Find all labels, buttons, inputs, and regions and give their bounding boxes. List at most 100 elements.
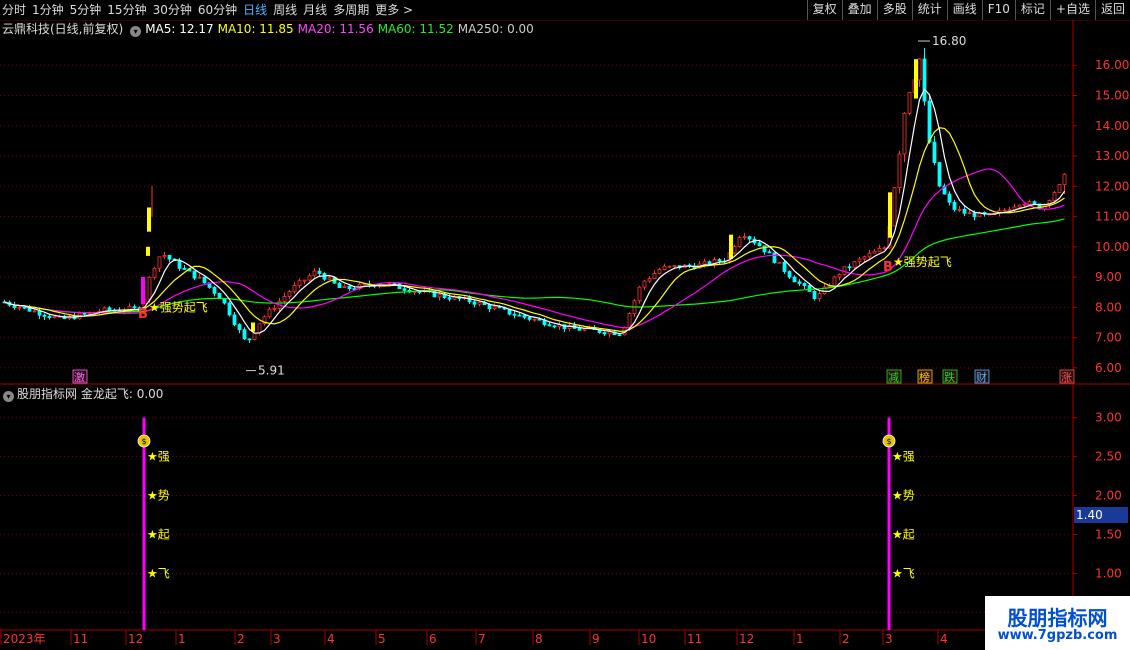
event-tag-4: 财 <box>976 370 987 384</box>
x-label-9: 7 <box>478 632 486 646</box>
candle-body <box>317 270 322 274</box>
candle-body <box>437 293 442 298</box>
candle-body <box>402 288 407 291</box>
main-tick-label: 12.00 <box>1095 179 1129 193</box>
candle-body <box>967 212 972 215</box>
candle-body <box>1062 173 1067 185</box>
candle-body <box>767 251 772 254</box>
candle-body <box>802 283 807 287</box>
signal-label-1-2: ★起 <box>892 527 915 541</box>
candle-body <box>307 275 312 281</box>
candle-body <box>902 112 907 155</box>
ma5-label: MA5: 12.17 <box>145 22 214 36</box>
candle-body <box>37 310 42 316</box>
candle-body <box>807 285 812 292</box>
candle-body <box>47 315 52 318</box>
chevron-down-icon[interactable]: ▾ <box>3 391 14 402</box>
candle-body <box>287 291 292 297</box>
money-bag-symbol: $ <box>886 437 891 446</box>
candle-body <box>757 242 762 247</box>
candle-body <box>647 278 652 282</box>
candle-body <box>267 308 272 318</box>
candle-body <box>192 270 197 279</box>
candle-body <box>847 266 852 269</box>
signal-candle <box>141 277 145 305</box>
candle-body <box>932 141 937 163</box>
signal-label-1-0: ★强 <box>892 450 915 464</box>
signal-label-0-3: ★飞 <box>147 566 170 580</box>
candle-body <box>1032 201 1037 205</box>
candle-body <box>292 285 297 293</box>
candle-body <box>652 273 657 279</box>
sub-tick-label: 2.50 <box>1095 450 1122 464</box>
signal-candle <box>888 192 892 238</box>
candle-body <box>242 329 247 340</box>
candle-body <box>947 193 952 203</box>
candle-body <box>472 301 477 305</box>
candle-body <box>532 318 537 321</box>
candle-body <box>617 334 622 337</box>
candle-body <box>82 312 87 315</box>
candle-body <box>177 260 182 269</box>
candle-body <box>522 314 527 318</box>
signal-label-1-3: ★飞 <box>892 566 915 580</box>
chevron-down-icon[interactable]: ▾ <box>130 26 142 37</box>
candle-body <box>897 153 902 189</box>
x-label-4: 2 <box>237 632 245 646</box>
candle-body <box>327 277 332 280</box>
candle-body <box>797 281 802 284</box>
candle-body <box>272 308 277 310</box>
candle-body <box>872 250 877 254</box>
candle-body <box>527 316 532 320</box>
candle-body <box>957 208 962 211</box>
signal-candle <box>914 59 918 99</box>
indicator-value: 金龙起飞: 0.00 <box>80 387 164 401</box>
candle-body <box>477 301 482 305</box>
candle-body <box>512 313 517 316</box>
signal-candle <box>147 207 151 232</box>
candle-body <box>447 297 452 300</box>
money-bag-symbol: $ <box>141 437 146 446</box>
candle-body <box>312 270 317 277</box>
candle-body <box>862 256 867 260</box>
candle-body <box>907 92 912 114</box>
signal-candle <box>146 246 150 256</box>
candle-body <box>937 162 942 187</box>
candle-body <box>202 276 207 284</box>
candle-body <box>517 314 522 317</box>
indicator-header: ▾ 股朋指标网 金龙起飞: 0.00 <box>0 386 163 402</box>
signal-text-2: ★强势起飞 <box>893 255 952 269</box>
candle-body <box>167 254 172 260</box>
candle-body <box>717 259 722 262</box>
event-tag-5: 涨 <box>1061 371 1072 384</box>
signal-label-0-0: ★强 <box>147 450 170 464</box>
x-label-6: 4 <box>327 632 335 646</box>
candle-body <box>922 58 927 102</box>
watermark-title: 股朋指标网 <box>1007 606 1108 630</box>
candle-body <box>537 318 542 321</box>
candle-body <box>487 304 492 310</box>
candle-body <box>837 274 842 278</box>
ma20-label: MA20: 11.56 <box>297 22 374 36</box>
sub-tick-label: 2.00 <box>1095 489 1122 503</box>
x-label-8: 6 <box>429 632 437 646</box>
candle-body <box>877 248 882 252</box>
candle-body <box>22 306 27 309</box>
main-tick-label: 6.00 <box>1095 361 1122 375</box>
stock-chart[interactable]: 16.0015.0014.0013.0012.0011.0010.009.008… <box>0 0 1130 650</box>
candle-body <box>552 325 557 328</box>
main-tick-label: 8.00 <box>1095 300 1122 314</box>
candle-body <box>917 58 922 81</box>
signal-text-1: ★强势起飞 <box>149 300 208 314</box>
stock-title: 云鼎科技(日线,前复权) <box>2 22 124 36</box>
x-label-18: 4 <box>940 632 948 646</box>
candle-body <box>637 286 642 302</box>
candle-body <box>627 313 632 329</box>
candle-body <box>1057 184 1062 193</box>
candle-body <box>642 280 647 288</box>
candle-body <box>152 267 157 278</box>
candle-body <box>577 328 582 331</box>
candle-body <box>547 324 552 327</box>
high-label: 16.80 <box>932 34 966 48</box>
candle-body <box>32 310 37 313</box>
